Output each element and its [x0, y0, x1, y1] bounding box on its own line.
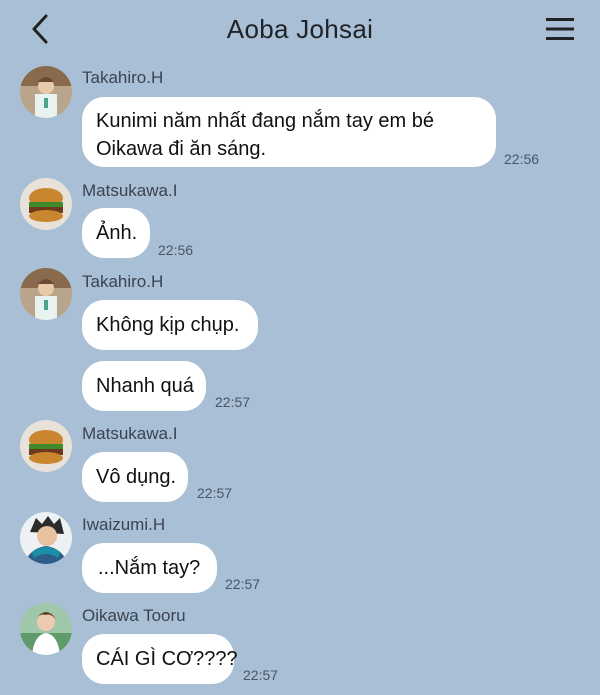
- matsukawa-avatar-image: [20, 420, 72, 472]
- message-bubble[interactable]: CÁI GÌ CƠ????: [82, 634, 238, 684]
- avatar[interactable]: [20, 420, 72, 472]
- matsukawa-avatar-image: [20, 178, 72, 230]
- sender-name: Matsukawa.I: [82, 181, 178, 200]
- message-line: Oikawa đi ăn sáng.: [96, 138, 267, 160]
- message-bubble[interactable]: Kunimi năm nhất đang nắm tay em bé Oikaw…: [82, 97, 496, 167]
- message-time: 22:56: [158, 242, 194, 258]
- message-time: 22:57: [197, 485, 233, 501]
- message-bubble[interactable]: ...Nắm tay?: [82, 543, 217, 593]
- hamburger-menu-icon[interactable]: [544, 15, 576, 43]
- message-line: Kunimi năm nhất đang nắm tay em bé: [96, 110, 434, 132]
- message-line: Ảnh.: [96, 222, 138, 244]
- message-line: Nhanh quá: [96, 375, 194, 397]
- message-line: ...Nắm tay?: [98, 557, 201, 579]
- message-bubble[interactable]: Nhanh quá: [82, 361, 206, 411]
- sender-name: Takahiro.H: [82, 272, 164, 291]
- avatar[interactable]: [20, 178, 72, 230]
- sender-name: Iwaizumi.H: [82, 515, 166, 534]
- avatar[interactable]: [20, 512, 72, 564]
- chat-title: Aoba Johsai: [226, 14, 374, 44]
- takahiro-avatar-image: [20, 268, 72, 320]
- message-bubble[interactable]: Không kịp chụp.: [82, 300, 258, 350]
- message-bubble[interactable]: Vô dụng.: [82, 452, 188, 502]
- takahiro-avatar-image: [20, 66, 72, 118]
- sender-name: Matsukawa.I: [82, 424, 178, 443]
- message-bubble[interactable]: Ảnh.: [82, 208, 150, 258]
- message-line: Vô dụng.: [96, 466, 177, 488]
- message-time: 22:57: [215, 394, 251, 410]
- message-time: 22:57: [243, 667, 279, 683]
- avatar[interactable]: [20, 268, 72, 320]
- iwaizumi-avatar-image: [20, 512, 72, 564]
- chat-header: Aoba Johsai: [0, 0, 600, 58]
- avatar[interactable]: [20, 66, 72, 118]
- avatar[interactable]: [20, 603, 72, 655]
- sender-name: Takahiro.H: [82, 68, 164, 87]
- message-line: CÁI GÌ CƠ????: [96, 648, 238, 670]
- message-time: 22:56: [504, 151, 540, 167]
- message-line: Không kịp chụp.: [96, 314, 240, 336]
- message-time: 22:57: [225, 576, 261, 592]
- oikawa-avatar-image: [20, 603, 72, 655]
- sender-name: Oikawa Tooru: [82, 606, 186, 625]
